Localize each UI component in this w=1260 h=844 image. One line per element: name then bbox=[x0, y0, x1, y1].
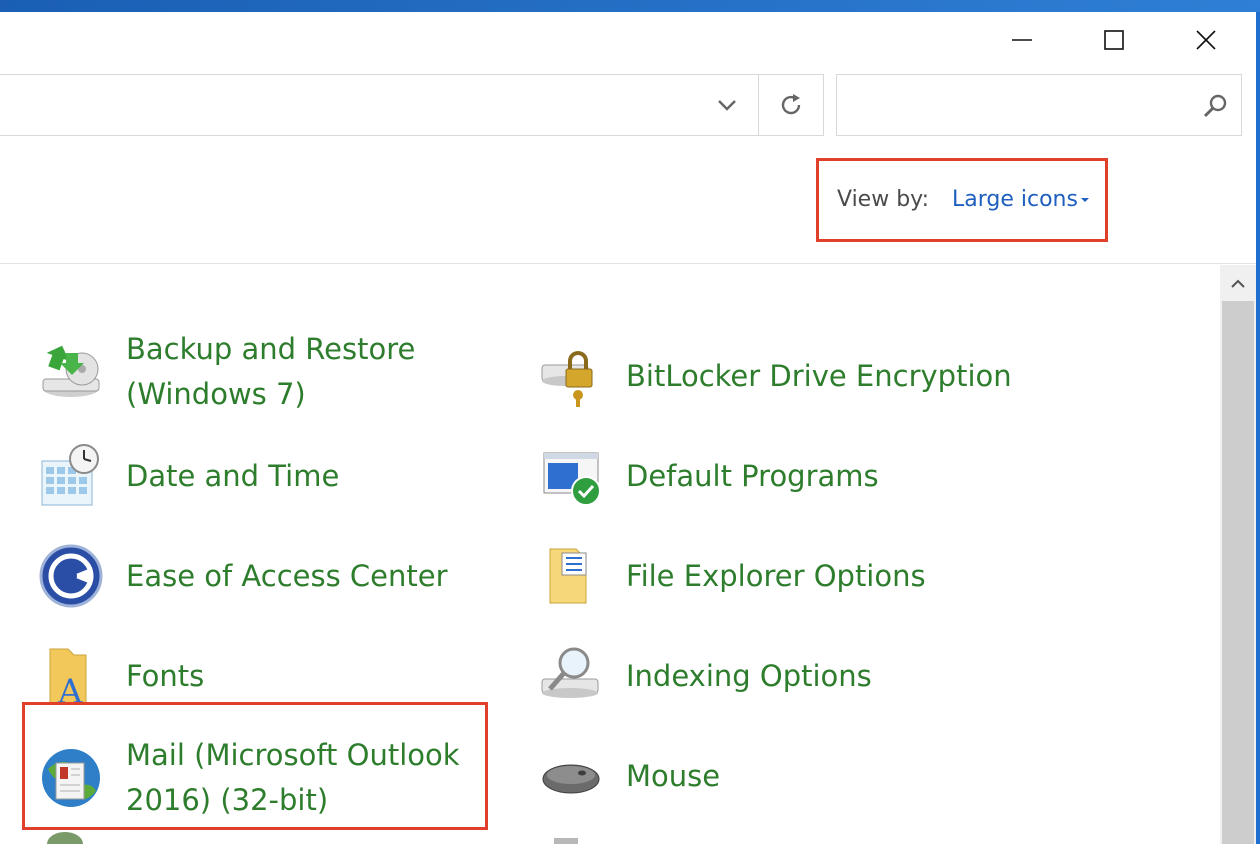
search-icon bbox=[1203, 94, 1227, 118]
address-history-dropdown[interactable] bbox=[696, 75, 758, 135]
item-mouse[interactable]: Mouse bbox=[538, 743, 720, 809]
item-indexing-options[interactable]: Indexing Options bbox=[538, 643, 872, 709]
vertical-scrollbar[interactable] bbox=[1220, 265, 1256, 844]
chevron-up-icon bbox=[1231, 279, 1245, 288]
item-label: Fonts bbox=[126, 658, 205, 693]
next-item-icon bbox=[47, 832, 83, 844]
title-bar bbox=[0, 12, 1256, 68]
view-by-highlight: View by: Large icons bbox=[816, 158, 1108, 242]
fonts-icon: A bbox=[49, 648, 87, 709]
item-ease-of-access-center[interactable]: Ease of Access Center bbox=[38, 543, 448, 609]
item-bitlocker-drive-encryption[interactable]: BitLocker Drive Encryption bbox=[538, 343, 1012, 409]
close-icon bbox=[1196, 30, 1216, 50]
minimize-button[interactable] bbox=[976, 12, 1068, 68]
item-default-programs[interactable]: Default Programs bbox=[538, 443, 879, 509]
date-time-icon bbox=[41, 444, 99, 506]
item-label: Default Programs bbox=[626, 458, 879, 493]
ease-of-access-icon bbox=[39, 544, 103, 608]
minimize-icon bbox=[1012, 39, 1032, 41]
item-fonts[interactable]: A Fonts bbox=[38, 643, 204, 709]
backup-restore-icon bbox=[42, 345, 100, 397]
control-panel-window: View by: Large icons Backup and Restore … bbox=[0, 12, 1260, 844]
address-bar[interactable] bbox=[0, 74, 824, 136]
item-file-explorer-options[interactable]: File Explorer Options bbox=[538, 543, 926, 609]
next-item-icon bbox=[554, 838, 578, 844]
view-by-dropdown[interactable]: Large icons bbox=[952, 187, 1078, 212]
caret-down-icon[interactable] bbox=[1081, 198, 1089, 202]
item-label-line: Backup and Restore bbox=[126, 332, 416, 366]
item-label: Backup and Restore (Windows 7) bbox=[126, 327, 415, 417]
search-input[interactable] bbox=[836, 74, 1242, 136]
view-by-label: View by: bbox=[837, 187, 929, 212]
item-label: Date and Time bbox=[126, 458, 340, 493]
mouse-icon bbox=[542, 764, 600, 794]
default-programs-icon bbox=[543, 452, 601, 506]
mail-highlight bbox=[22, 702, 488, 830]
item-label: BitLocker Drive Encryption bbox=[626, 358, 1012, 393]
item-label: Ease of Access Center bbox=[126, 558, 448, 593]
bitlocker-icon bbox=[541, 351, 593, 407]
scroll-thumb[interactable] bbox=[1222, 301, 1254, 844]
chevron-down-icon bbox=[718, 100, 736, 111]
item-label: Mouse bbox=[626, 758, 721, 793]
file-explorer-options-icon bbox=[549, 548, 587, 604]
maximize-icon bbox=[1104, 30, 1124, 50]
view-toolbar: View by: Large icons bbox=[0, 136, 1256, 264]
indexing-options-icon bbox=[541, 647, 599, 698]
window-border bbox=[1256, 12, 1260, 844]
desktop-background bbox=[0, 0, 1260, 12]
item-label: Indexing Options bbox=[626, 658, 872, 693]
maximize-button[interactable] bbox=[1068, 12, 1160, 68]
refresh-button[interactable] bbox=[758, 75, 822, 135]
item-label: File Explorer Options bbox=[626, 558, 926, 593]
refresh-icon bbox=[781, 94, 800, 115]
scroll-up-button[interactable] bbox=[1220, 265, 1256, 301]
item-label-line: (Windows 7) bbox=[126, 377, 306, 411]
item-date-and-time[interactable]: Date and Time bbox=[38, 443, 339, 509]
item-backup-and-restore[interactable]: Backup and Restore (Windows 7) bbox=[38, 327, 415, 417]
close-button[interactable] bbox=[1160, 12, 1252, 68]
